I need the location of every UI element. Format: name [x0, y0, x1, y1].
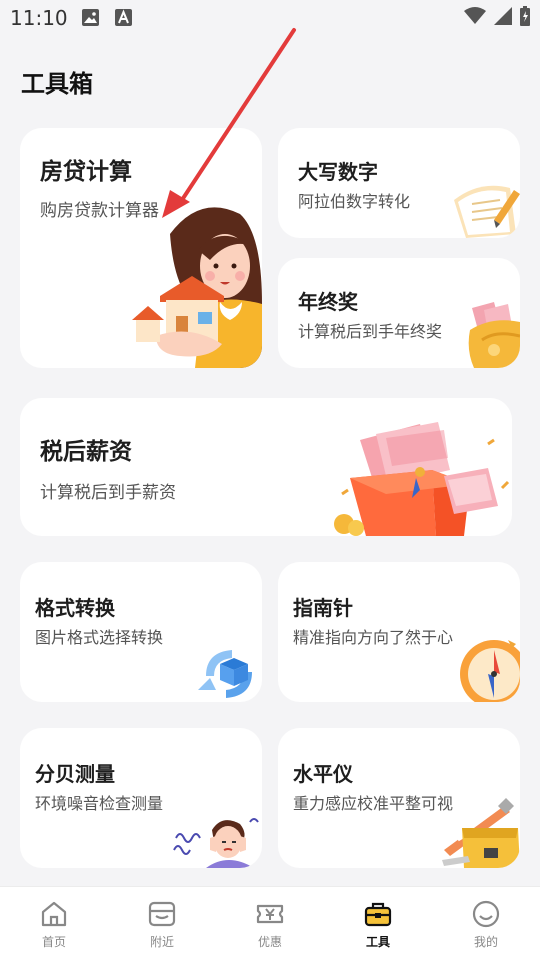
tool-title: 税后薪资 — [40, 439, 132, 465]
tool-card-mortgage[interactable]: 房贷计算 购房贷款计算器 — [20, 128, 262, 368]
tab-profile[interactable]: 我的 — [432, 887, 540, 960]
tool-title: 格式转换 — [35, 596, 115, 620]
home-icon — [41, 901, 67, 927]
tool-title: 大写数字 — [298, 160, 378, 184]
tool-card-compass[interactable]: 指南针 精准指向方向了然于心 — [278, 562, 520, 702]
tab-label: 我的 — [473, 935, 498, 949]
tab-label: 优惠 — [257, 935, 282, 949]
status-bar: 11:10 — [0, 0, 540, 36]
wifi-icon — [464, 7, 486, 24]
tab-tools[interactable]: 工具 — [324, 887, 432, 960]
gallery-notification-icon — [82, 9, 99, 26]
page-title: 工具箱 — [21, 70, 93, 98]
money-bag-illustration — [468, 302, 520, 368]
text-notification-icon — [115, 9, 132, 26]
signal-icon — [494, 7, 512, 25]
cube-convert-illustration — [198, 650, 252, 698]
tool-card-format-conversion[interactable]: 格式转换 图片格式选择转换 — [20, 562, 262, 702]
tool-card-uppercase-digits[interactable]: 大写数字 阿拉伯数字转化 — [278, 128, 520, 238]
tool-subtitle: 图片格式选择转换 — [35, 628, 164, 647]
writing-paper-illustration — [454, 185, 520, 238]
compass-illustration — [460, 640, 520, 702]
tab-label: 附近 — [149, 935, 174, 949]
tab-discounts[interactable]: 优惠 — [216, 887, 324, 960]
toolbox-level-illustration — [442, 798, 520, 868]
tab-label: 工具 — [365, 935, 390, 949]
tool-subtitle: 阿拉伯数字转化 — [298, 192, 411, 211]
noise-person-illustration — [173, 818, 259, 868]
tool-title: 分贝测量 — [35, 762, 115, 786]
toolbox-icon — [364, 902, 392, 927]
tool-card-after-tax-salary[interactable]: 税后薪资 计算税后到手薪资 — [20, 398, 512, 536]
tool-subtitle: 计算税后到手薪资 — [40, 483, 176, 503]
shop-icon — [148, 901, 176, 927]
bottom-tab-bar: 首页 附近 优惠 工具 我的 — [0, 886, 540, 960]
tool-card-spirit-level[interactable]: 水平仪 重力感应校准平整可视 — [278, 728, 520, 868]
tool-subtitle: 精准指向方向了然于心 — [293, 628, 454, 647]
tool-title: 指南针 — [293, 596, 353, 620]
tool-title: 年终奖 — [298, 290, 358, 314]
status-time: 11:10 — [10, 6, 68, 30]
tool-card-year-end-bonus[interactable]: 年终奖 计算税后到手年终奖 — [278, 258, 520, 368]
coupon-icon — [256, 904, 284, 924]
money-gift-box-illustration — [334, 422, 510, 536]
tool-subtitle: 环境噪音检查测量 — [35, 794, 164, 813]
tool-title: 房贷计算 — [40, 159, 132, 185]
battery-icon — [520, 6, 530, 26]
woman-with-house-illustration — [132, 207, 262, 368]
status-indicators — [464, 6, 530, 26]
tab-nearby[interactable]: 附近 — [108, 887, 216, 960]
tool-subtitle: 重力感应校准平整可视 — [293, 794, 454, 813]
tab-home[interactable]: 首页 — [0, 887, 108, 960]
tab-label: 首页 — [41, 935, 66, 949]
profile-icon — [472, 900, 500, 928]
tool-title: 水平仪 — [293, 762, 353, 786]
tool-subtitle: 计算税后到手年终奖 — [298, 322, 443, 341]
tool-card-decibel-meter[interactable]: 分贝测量 环境噪音检查测量 — [20, 728, 262, 868]
